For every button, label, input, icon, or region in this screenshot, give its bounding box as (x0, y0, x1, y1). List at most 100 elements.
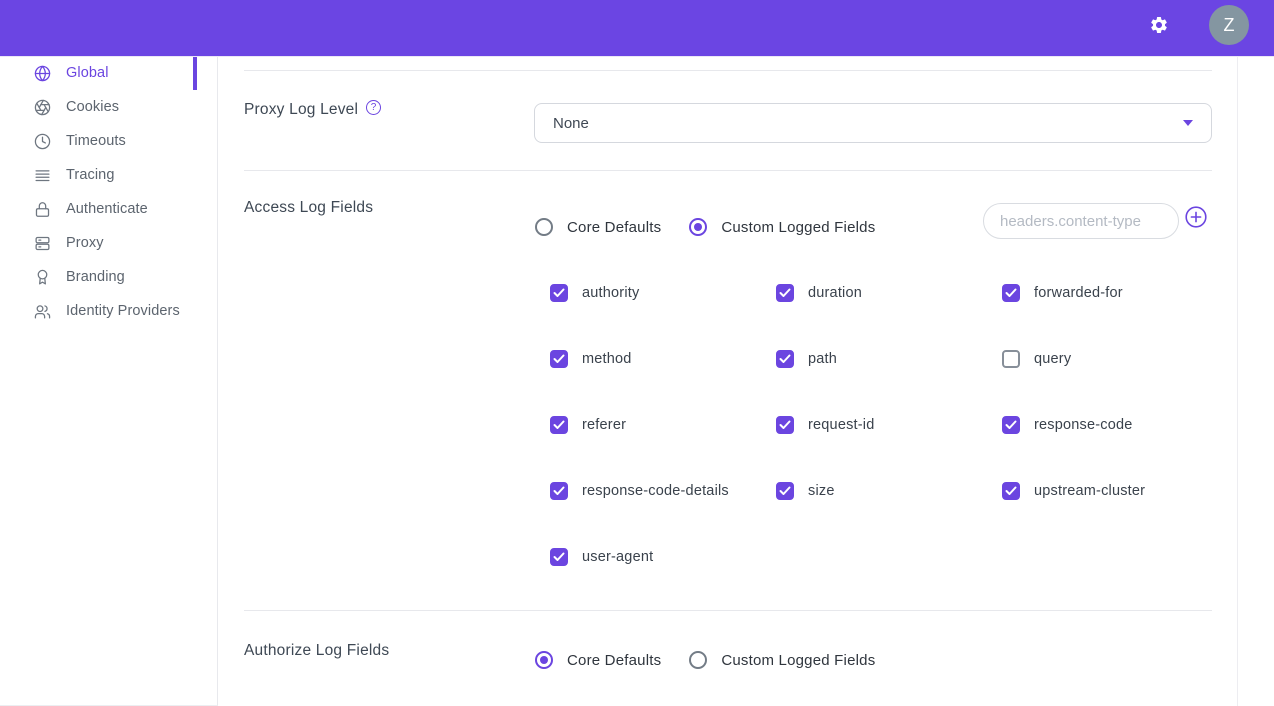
checkbox-authority[interactable]: authority (550, 284, 776, 350)
radio-label: Core Defaults (567, 219, 661, 236)
users-icon (34, 303, 51, 320)
selected-value: None (553, 115, 589, 132)
checkbox-label: referer (582, 417, 626, 433)
avatar-initial: Z (1224, 15, 1235, 36)
checkbox-label: method (582, 351, 632, 367)
access-log-fields-grid: authority duration forwarded-for method … (550, 284, 1228, 614)
checkbox-response-code-details[interactable]: response-code-details (550, 482, 776, 548)
checkbox-response-code[interactable]: response-code (1002, 416, 1228, 482)
sidebar-item-label: Cookies (66, 99, 119, 115)
sidebar-item-label: Identity Providers (66, 303, 180, 319)
lines-icon (34, 167, 51, 184)
authorize-log-fields-text: Authorize Log Fields (244, 642, 389, 660)
settings-content: Proxy Log Level None Access Log Fields C… (218, 56, 1238, 706)
sidebar-item-authenticate[interactable]: Authenticate (0, 192, 217, 226)
lock-icon (34, 201, 51, 218)
radio-custom-logged-fields[interactable]: Custom Logged Fields (689, 218, 875, 236)
access-log-mode-radios: Core Defaults Custom Logged Fields (535, 213, 903, 241)
sidebar-item-label: Authenticate (66, 201, 148, 217)
checkbox-icon (550, 350, 568, 368)
sidebar-item-cookies[interactable]: Cookies (0, 90, 217, 124)
add-custom-field-input[interactable] (983, 203, 1179, 239)
checkbox-path[interactable]: path (776, 350, 1002, 416)
checkbox-label: response-code (1034, 417, 1133, 433)
radio-icon (535, 218, 553, 236)
top-app-bar: Z (0, 0, 1274, 56)
proxy-log-level-label: Proxy Log Level (244, 101, 381, 119)
proxy-log-level-select[interactable]: None (534, 103, 1212, 143)
divider (244, 70, 1212, 71)
checkbox-icon (1002, 416, 1020, 434)
user-avatar[interactable]: Z (1209, 5, 1249, 45)
settings-page: Z Global Cookies Timeouts Tracing (0, 0, 1274, 706)
radio-icon (535, 651, 553, 669)
sidebar-item-branding[interactable]: Branding (0, 260, 217, 294)
sidebar-item-proxy[interactable]: Proxy (0, 226, 217, 260)
plus-icon (1185, 206, 1207, 228)
radio-label: Custom Logged Fields (721, 652, 875, 669)
checkbox-icon (1002, 482, 1020, 500)
access-log-fields-label: Access Log Fields (244, 199, 373, 217)
checkbox-user-agent[interactable]: user-agent (550, 548, 776, 614)
checkbox-duration[interactable]: duration (776, 284, 1002, 350)
checkbox-label: request-id (808, 417, 874, 433)
divider (244, 610, 1212, 611)
proxy-log-level-text: Proxy Log Level (244, 101, 358, 119)
checkbox-referer[interactable]: referer (550, 416, 776, 482)
gear-icon (1149, 15, 1169, 35)
checkbox-label: response-code-details (582, 483, 729, 499)
sidebar-item-tracing[interactable]: Tracing (0, 158, 217, 192)
checkbox-method[interactable]: method (550, 350, 776, 416)
authorize-log-fields-label: Authorize Log Fields (244, 642, 389, 660)
sidebar-item-identity-providers[interactable]: Identity Providers (0, 294, 217, 328)
radio-icon (689, 218, 707, 236)
settings-sidebar: Global Cookies Timeouts Tracing Authenti… (0, 56, 218, 706)
checkbox-label: authority (582, 285, 639, 301)
add-field-button[interactable] (1185, 206, 1207, 228)
radio-core-defaults[interactable]: Core Defaults (535, 651, 661, 669)
radio-core-defaults[interactable]: Core Defaults (535, 218, 661, 236)
globe-icon (34, 65, 51, 82)
checkbox-request-id[interactable]: request-id (776, 416, 1002, 482)
sidebar-item-label: Branding (66, 269, 125, 285)
checkbox-icon (1002, 350, 1020, 368)
sidebar-item-label: Global (66, 65, 109, 81)
checkbox-label: size (808, 483, 835, 499)
checkbox-icon (550, 284, 568, 302)
checkbox-icon (550, 482, 568, 500)
sidebar-item-label: Timeouts (66, 133, 126, 149)
sidebar-item-label: Tracing (66, 167, 115, 183)
checkbox-label: user-agent (582, 549, 653, 565)
checkbox-icon (776, 350, 794, 368)
sidebar-item-timeouts[interactable]: Timeouts (0, 124, 217, 158)
checkbox-icon (776, 416, 794, 434)
checkbox-icon (776, 482, 794, 500)
checkbox-query[interactable]: query (1002, 350, 1228, 416)
checkbox-label: query (1034, 351, 1071, 367)
aperture-icon (34, 99, 51, 116)
radio-label: Custom Logged Fields (721, 219, 875, 236)
server-icon (34, 235, 51, 252)
checkbox-size[interactable]: size (776, 482, 1002, 548)
settings-gear-icon[interactable] (1149, 15, 1169, 35)
checkbox-upstream-cluster[interactable]: upstream-cluster (1002, 482, 1228, 548)
checkbox-label: forwarded-for (1034, 285, 1123, 301)
radio-label: Core Defaults (567, 652, 661, 669)
checkbox-icon (1002, 284, 1020, 302)
sidebar-item-global[interactable]: Global (0, 56, 217, 90)
checkbox-label: path (808, 351, 837, 367)
help-icon[interactable] (366, 100, 381, 115)
divider (244, 170, 1212, 171)
radio-icon (689, 651, 707, 669)
clock-icon (34, 133, 51, 150)
award-icon (34, 269, 51, 286)
scroll-gutter[interactable] (1238, 56, 1274, 706)
checkbox-icon (550, 416, 568, 434)
checkbox-forwarded-for[interactable]: forwarded-for (1002, 284, 1228, 350)
chevron-down-icon (1183, 120, 1193, 126)
radio-custom-logged-fields[interactable]: Custom Logged Fields (689, 651, 875, 669)
checkbox-label: duration (808, 285, 862, 301)
authorize-log-mode-radios: Core Defaults Custom Logged Fields (535, 646, 903, 674)
checkbox-icon (550, 548, 568, 566)
checkbox-icon (776, 284, 794, 302)
